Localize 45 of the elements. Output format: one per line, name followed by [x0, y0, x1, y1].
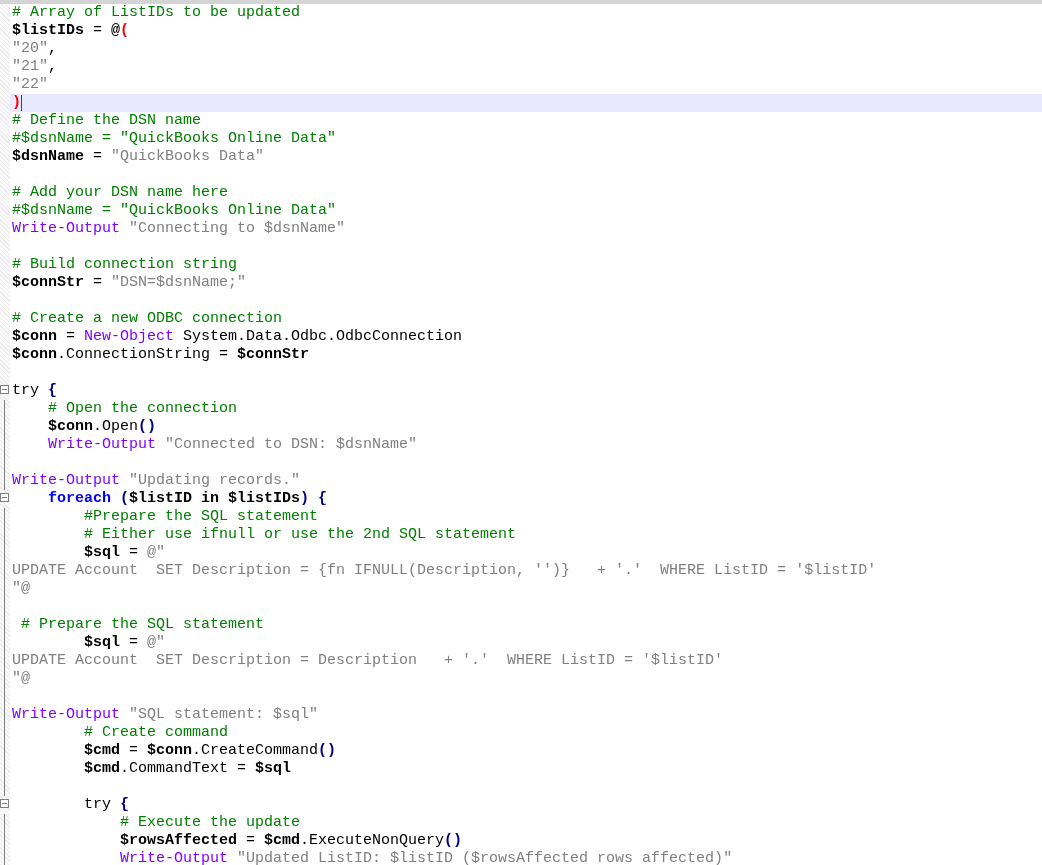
code-line: Write-Output "Updating records." [12, 472, 301, 490]
code-line: # Open the connection [47, 400, 238, 418]
code-line: $cmd = $conn.CreateCommand() [83, 742, 337, 760]
code-line: "21", [12, 58, 58, 76]
code-line: $dsnName = "QuickBooks Data" [12, 148, 265, 166]
code-line: # Execute the update [119, 814, 301, 832]
code-line: "@ [12, 580, 30, 598]
code-line: # Add your DSN name here [12, 184, 229, 202]
code-line: $connStr = "DSN=$dsnName;" [12, 274, 247, 292]
code-line: "20", [12, 40, 58, 58]
code-editor[interactable] [0, 0, 1042, 865]
code-line: $cmd.CommandText = $sql [83, 760, 292, 778]
code-line: foreach ($listID in $listIDs) { [47, 490, 328, 508]
code-line: "@ [12, 670, 30, 688]
code-line: $sql = @" [83, 544, 166, 562]
text-caret [21, 95, 22, 111]
code-line: # Create a new ODBC connection [12, 310, 283, 328]
code-line: $rowsAffected = $cmd.ExecuteNonQuery() [119, 832, 463, 850]
fold-collapse-icon[interactable] [0, 799, 9, 808]
code-line: UPDATE Account SET Description = Description + '.' WHERE ListID = '$listID' [12, 652, 724, 670]
code-line: Write-Output "Connected to DSN: $dsnName" [47, 436, 418, 454]
code-line: # Create command [83, 724, 229, 742]
code-line: try { [83, 796, 130, 814]
fold-collapse-icon[interactable] [0, 385, 9, 394]
code-line: Write-Output "SQL statement: $sql" [12, 706, 319, 724]
code-line: ) [12, 94, 21, 112]
code-line: $listIDs = @( [12, 22, 130, 40]
code-line: $sql = @" [83, 634, 166, 652]
code-line: try { [12, 382, 58, 400]
code-line: Write-Output "Connecting to $dsnName" [12, 220, 346, 238]
code-line: UPDATE Account SET Description = {fn IFNULL(Description, '')} + '.' WHERE ListID = '$listID' [12, 562, 877, 580]
code-line: #$dsnName = "QuickBooks Online Data" [12, 130, 337, 148]
code-line: # Define the DSN name [12, 112, 202, 130]
code-line: #$dsnName = "QuickBooks Online Data" [12, 202, 337, 220]
code-line: # Prepare the SQL statement [20, 616, 265, 634]
code-line: $conn.ConnectionString = $connStr [12, 346, 310, 364]
code-line: Write-Output "Updated ListID: $listID ($rowsAffected rows affected)" [119, 850, 733, 865]
code-line: # Build connection string [12, 256, 238, 274]
code-line: $conn = New-Object System.Data.Odbc.OdbcConnection [12, 328, 463, 346]
code-line: $conn.Open() [47, 418, 157, 436]
fold-collapse-icon[interactable] [0, 493, 9, 502]
code-line: #Prepare the SQL statement [83, 508, 319, 526]
code-line: # Either use ifnull or use the 2nd SQL statement [83, 526, 517, 544]
code-line: # Array of ListIDs to be updated [12, 4, 301, 22]
code-line: "22" [12, 76, 48, 94]
